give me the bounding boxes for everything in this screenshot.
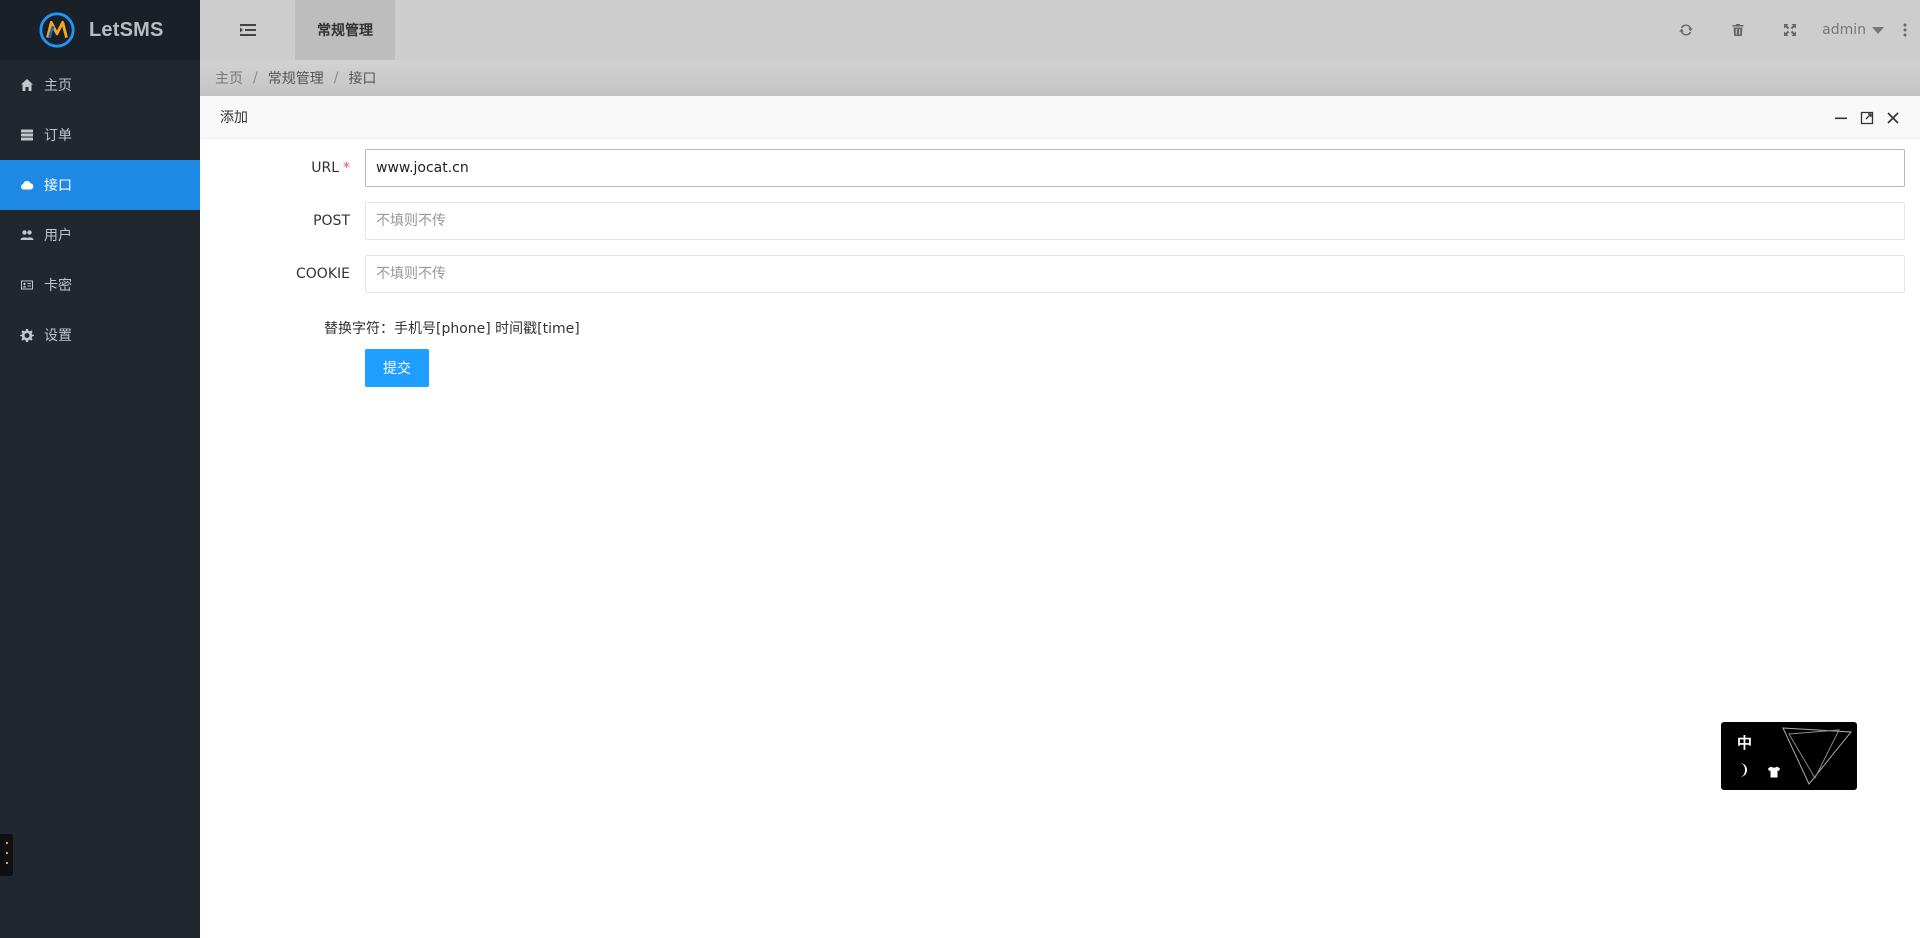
gear-icon [20, 328, 34, 342]
users-icon [20, 228, 34, 242]
sidebar-item-api[interactable]: 接口 [0, 160, 200, 210]
language-toggle[interactable]: 中 [1737, 732, 1752, 753]
url-label-text: URL [311, 160, 339, 176]
refresh-button[interactable] [1660, 0, 1712, 60]
breadcrumb-separator: / [333, 70, 339, 86]
sidebar-item-home[interactable]: 主页 [0, 60, 200, 110]
widget-dot [6, 862, 8, 864]
letsms-logo-icon [39, 12, 75, 48]
minimize-button[interactable] [1828, 105, 1854, 131]
fullscreen-button[interactable] [1764, 0, 1816, 60]
moon-icon[interactable] [1736, 762, 1750, 778]
home-icon [20, 78, 34, 92]
username: admin [1822, 22, 1866, 38]
breadcrumb-separator: / [253, 70, 258, 86]
sidebar-item-label: 主页 [44, 78, 72, 94]
tab-general-management[interactable]: 常规管理 [295, 0, 395, 60]
cloud-icon [20, 178, 34, 192]
sidebar: LetSMS 主页 订单 接口 用户 卡密 设置 [0, 0, 200, 938]
sidebar-item-users[interactable]: 用户 [0, 210, 200, 260]
url-row: URL * [200, 149, 1920, 187]
sidebar-item-settings[interactable]: 设置 [0, 310, 200, 360]
replacement-hint: 替换字符：手机号[phone] 时间戳[time] [324, 321, 580, 337]
clear-cache-button[interactable] [1712, 0, 1764, 60]
cookie-input[interactable] [365, 255, 1905, 293]
url-label: URL * [200, 149, 350, 187]
required-marker: * [343, 160, 350, 176]
breadcrumb-home[interactable]: 主页 [215, 68, 243, 88]
refresh-icon [1679, 24, 1693, 36]
top-header: 常规管理 admin [200, 0, 1920, 60]
cookie-row: COOKIE [200, 255, 1920, 293]
sidebar-item-label: 接口 [44, 178, 72, 194]
post-row: POST [200, 202, 1920, 240]
maximize-icon [1860, 111, 1874, 124]
trash-icon [1732, 24, 1744, 36]
add-dialog: 添加 URL* POST COOKIE 替换字符：手机号[phone] 时间戳[… [200, 96, 1920, 938]
sidebar-item-label: 用户 [44, 228, 72, 244]
triangle-logo-icon [1782, 727, 1852, 785]
sidebar-nav: 主页 订单 接口 用户 卡密 设置 [0, 60, 200, 360]
post-input[interactable] [365, 202, 1905, 240]
cookie-label: COOKIE [296, 266, 350, 282]
more-vertical-icon [1903, 23, 1907, 37]
id-card-icon [20, 278, 34, 292]
sidebar-item-cards[interactable]: 卡密 [0, 260, 200, 310]
close-icon [1887, 111, 1899, 124]
breadcrumb: 主页 / 常规管理 / 接口 [200, 60, 1920, 96]
sidebar-item-label: 订单 [44, 128, 72, 144]
sidebar-item-orders[interactable]: 订单 [0, 110, 200, 160]
widget-dot [6, 842, 8, 844]
dialog-title: 添加 [220, 110, 248, 126]
app-name: LetSMS [89, 18, 164, 41]
side-mini-widget[interactable] [0, 834, 13, 876]
floating-toolbox[interactable]: 中 [1721, 722, 1857, 790]
header-actions: admin [1660, 0, 1920, 60]
close-button[interactable] [1880, 105, 1906, 131]
user-menu[interactable]: admin [1822, 0, 1884, 60]
url-input[interactable] [365, 149, 1905, 187]
breadcrumb-current: 接口 [348, 71, 377, 87]
server-icon [20, 128, 34, 142]
fullscreen-icon [1784, 24, 1797, 36]
menu-toggle-button[interactable] [200, 0, 295, 60]
submit-button[interactable]: 提交 [365, 349, 429, 387]
dialog-controls [1828, 96, 1906, 139]
maximize-button[interactable] [1854, 105, 1880, 131]
breadcrumb-general[interactable]: 常规管理 [268, 68, 324, 88]
logo[interactable]: LetSMS [0, 0, 200, 60]
widget-dot [6, 852, 8, 854]
sidebar-item-label: 设置 [44, 328, 72, 344]
post-label: POST [313, 213, 350, 229]
minimize-icon [1835, 117, 1847, 119]
dialog-header: 添加 [200, 96, 1920, 139]
sidebar-item-label: 卡密 [44, 278, 72, 294]
indent-icon [239, 24, 256, 36]
more-button[interactable] [1890, 0, 1920, 60]
chevron-down-icon [1872, 26, 1884, 34]
